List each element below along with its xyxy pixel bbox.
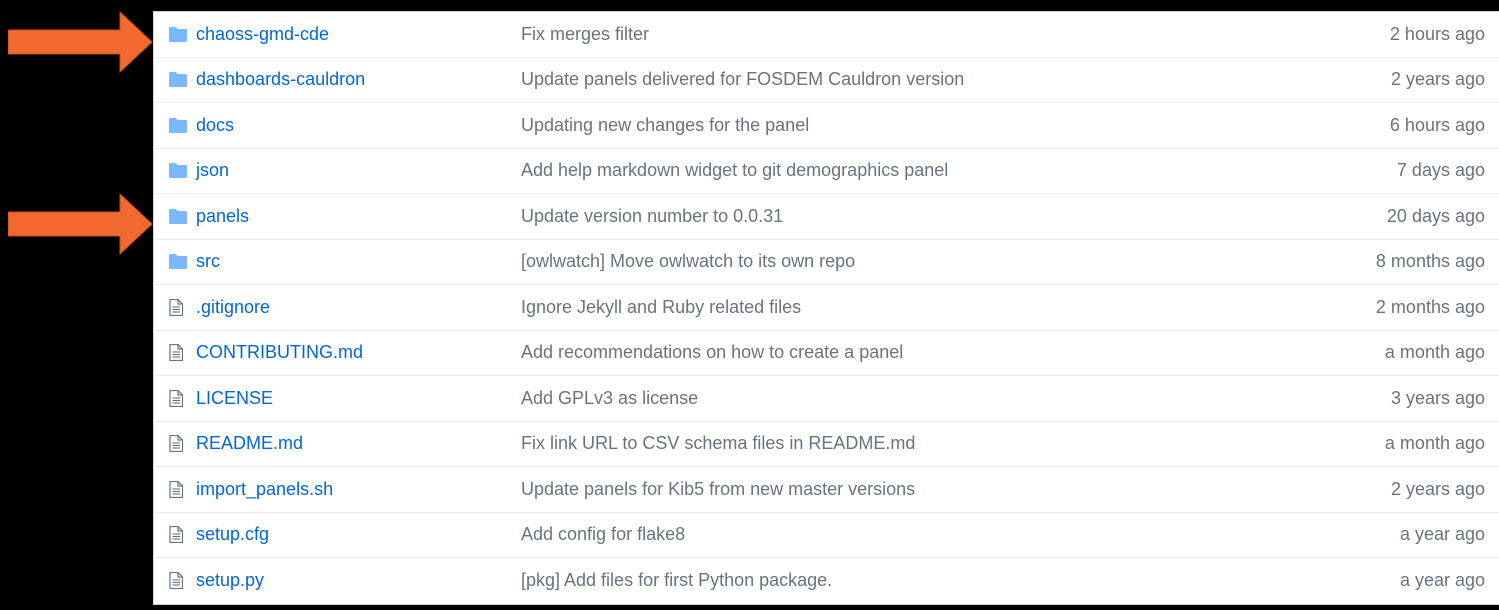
table-row[interactable]: README.md Fix link URL to CSV schema fil… [154,422,1499,467]
folder-icon [169,240,187,285]
file-name-link[interactable]: dashboards-cauldron [196,69,365,90]
file-icon [169,513,183,558]
commit-message-link[interactable]: Add help markdown widget to git demograp… [521,160,948,181]
table-row[interactable]: .gitignore Ignore Jekyll and Ruby relate… [154,285,1499,331]
file-icon [169,558,183,604]
folder-icon [169,58,187,103]
file-name-link[interactable]: import_panels.sh [196,479,333,500]
file-icon [169,331,183,376]
table-row[interactable]: LICENSE Add GPLv3 as license 3 years ago [154,376,1499,422]
file-name-link[interactable]: CONTRIBUTING.md [196,342,363,363]
file-name-link[interactable]: json [196,160,229,181]
file-name-link[interactable]: setup.py [196,570,264,591]
commit-age: 7 days ago [1396,160,1485,181]
screenshot-page: chaoss-gmd-cde Fix merges filter 2 hours… [0,0,1499,610]
table-row[interactable]: setup.cfg Add config for flake8 a year a… [154,513,1499,558]
commit-message-link[interactable]: Add recommendations on how to create a p… [521,342,903,363]
commit-age: 6 hours ago [1389,114,1485,135]
commit-age: 8 months ago [1375,251,1485,272]
file-name-link[interactable]: docs [196,115,234,136]
folder-icon [169,12,187,57]
table-row[interactable]: panels Update version number to 0.0.31 2… [154,194,1499,240]
file-name-link[interactable]: .gitignore [196,297,270,318]
commit-age: a month ago [1384,342,1485,363]
commit-age: a month ago [1384,433,1485,454]
annotation-arrow-chaoss [8,10,153,74]
file-list-table: chaoss-gmd-cde Fix merges filter 2 hours… [153,11,1499,605]
file-name-link[interactable]: chaoss-gmd-cde [196,24,329,45]
folder-icon [169,149,187,194]
commit-message-link[interactable]: Update version number to 0.0.31 [521,206,783,227]
table-row[interactable]: dashboards-cauldron Update panels delive… [154,58,1499,103]
commit-message-link[interactable]: Ignore Jekyll and Ruby related files [521,297,801,318]
file-name-link[interactable]: README.md [196,433,303,454]
commit-age: a year ago [1399,524,1485,545]
file-name-link[interactable]: src [196,251,220,272]
commit-message-link[interactable]: Fix merges filter [521,24,649,45]
commit-message-link[interactable]: Update panels delivered for FOSDEM Cauld… [521,69,964,90]
table-row[interactable]: src [owlwatch] Move owlwatch to its own … [154,240,1499,285]
table-row[interactable]: docs Updating new changes for the panel … [154,103,1499,149]
commit-age: 2 hours ago [1389,23,1485,44]
annotation-arrow-panels [8,192,153,256]
folder-icon [169,194,187,239]
commit-age: 20 days ago [1386,205,1485,226]
file-name-link[interactable]: panels [196,206,249,227]
table-row[interactable]: json Add help markdown widget to git dem… [154,149,1499,194]
commit-age: 2 months ago [1375,296,1485,317]
commit-message-link[interactable]: Fix link URL to CSV schema files in READ… [521,433,915,454]
commit-message-link[interactable]: Update panels for Kib5 from new master v… [521,479,915,500]
file-icon [169,376,183,421]
commit-age: 2 years ago [1390,69,1485,90]
commit-message-link[interactable]: [owlwatch] Move owlwatch to its own repo [521,251,855,272]
table-row[interactable]: import_panels.sh Update panels for Kib5 … [154,467,1499,513]
commit-age: a year ago [1399,570,1485,591]
file-name-link[interactable]: setup.cfg [196,524,269,545]
table-row[interactable]: CONTRIBUTING.md Add recommendations on h… [154,331,1499,376]
table-row[interactable]: chaoss-gmd-cde Fix merges filter 2 hours… [154,12,1499,58]
file-icon [169,285,183,330]
commit-age: 2 years ago [1390,478,1485,499]
commit-message-link[interactable]: Updating new changes for the panel [521,115,809,136]
folder-icon [169,103,187,148]
commit-message-link[interactable]: [pkg] Add files for first Python package… [521,570,832,591]
commit-age: 3 years ago [1390,387,1485,408]
file-name-link[interactable]: LICENSE [196,388,273,409]
file-icon [169,467,183,512]
file-icon [169,422,183,467]
table-row[interactable]: setup.py [pkg] Add files for first Pytho… [154,558,1499,604]
commit-message-link[interactable]: Add GPLv3 as license [521,388,698,409]
commit-message-link[interactable]: Add config for flake8 [521,524,685,545]
